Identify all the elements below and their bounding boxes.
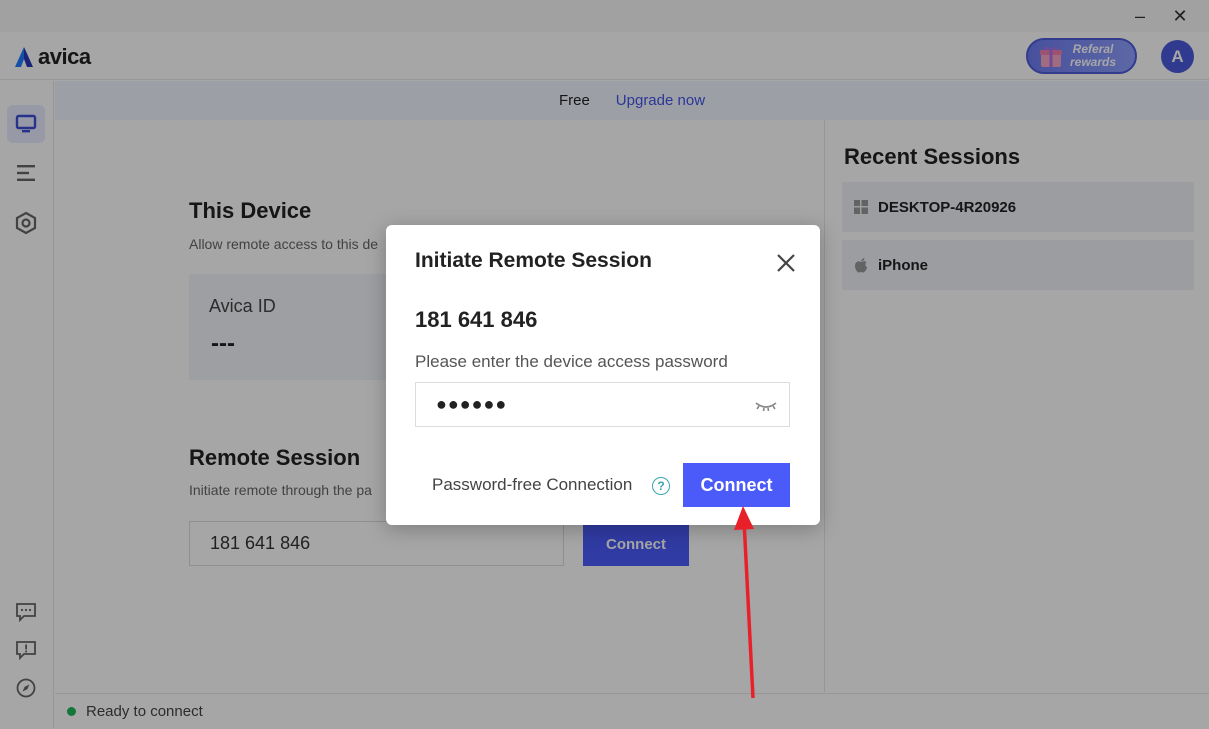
target-device-id: 181 641 846 [415, 307, 538, 332]
help-icon[interactable]: ? [652, 477, 670, 495]
password-free-connection-link[interactable]: Password-free Connection [432, 475, 632, 495]
dialog-title: Initiate Remote Session [415, 249, 652, 272]
password-input[interactable]: ●●●●●● [415, 382, 790, 427]
password-value: ●●●●●● [436, 394, 508, 414]
password-prompt: Please enter the device access password [415, 352, 728, 371]
initiate-session-dialog: Initiate Remote Session 181 641 846 Plea… [386, 225, 820, 525]
annotation-arrow-icon [734, 506, 755, 699]
close-icon[interactable] [774, 251, 798, 275]
eye-closed-icon[interactable] [754, 395, 778, 415]
